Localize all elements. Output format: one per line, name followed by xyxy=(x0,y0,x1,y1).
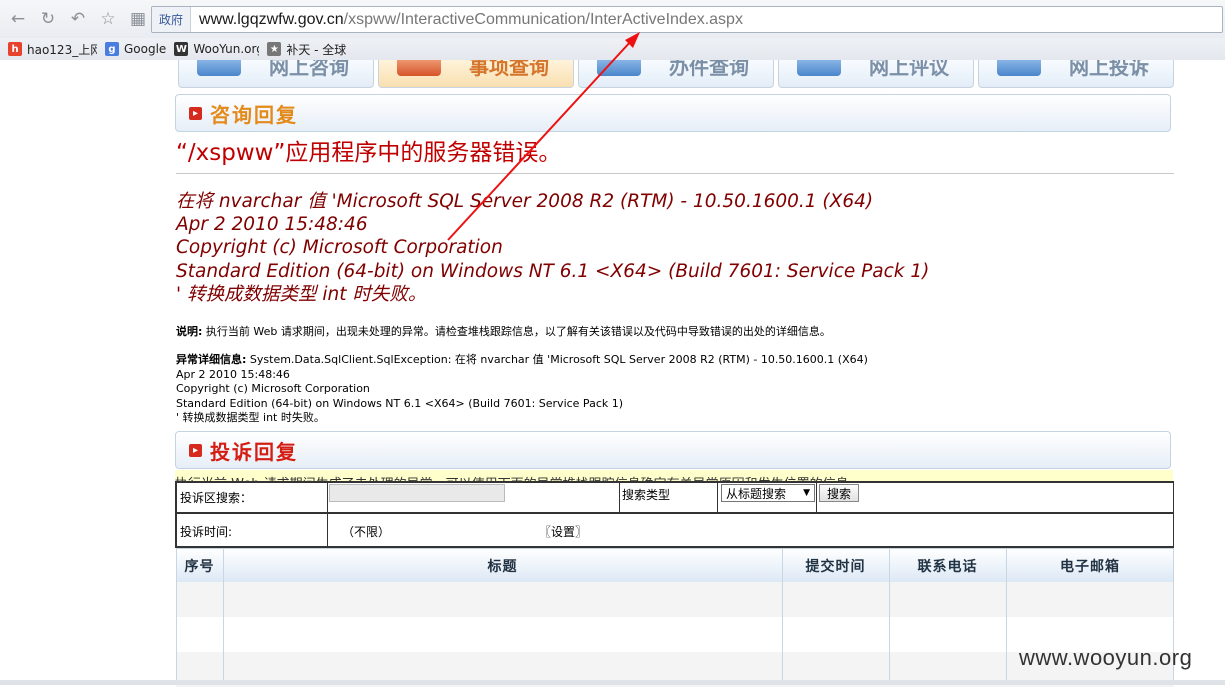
error-line: ' 转换成数据类型 int 时失败。 xyxy=(176,283,427,305)
bookmark-label: WooYun.org xyxy=(193,42,260,56)
gov-site-badge[interactable]: 政府 xyxy=(152,7,192,32)
column-divider xyxy=(176,548,177,685)
bookmark-label: hao123_上网 xyxy=(27,42,97,57)
bookmark-label: Google xyxy=(124,42,167,56)
bookmark-wooyun[interactable]: W WooYun.org xyxy=(174,42,259,56)
column-header-title: 标题 xyxy=(487,559,518,575)
case-search-icon xyxy=(597,60,641,76)
complaint-search-form: 投诉区搜索： 搜索类型 从标题搜索 ▼ 搜索 投诉时间: （不限） 〖设置〗 xyxy=(175,481,1174,548)
time-settings-link[interactable]: 〖设置〗 xyxy=(539,523,587,540)
desc-label: 说明: xyxy=(176,325,203,338)
address-bar[interactable]: 政府 www.lgqzwfw.gov.cn/xspww/InteractiveC… xyxy=(151,6,1223,33)
bookmark-hao123[interactable]: h hao123_上网 xyxy=(8,41,97,58)
bookmarks-bar: h hao123_上网 g Google W WooYun.org ★ 补天 -… xyxy=(0,38,1225,60)
complaint-time-label: 投诉时间: xyxy=(180,525,233,539)
url-host: www.lgqzwfw.gov.cn xyxy=(199,10,344,28)
grid-apps-icon[interactable]: ▦ xyxy=(126,7,150,31)
bookmark-google[interactable]: g Google xyxy=(105,42,166,56)
url-path: /xspww/InteractiveCommunication/InterAct… xyxy=(343,10,743,28)
keyword-search-input[interactable] xyxy=(329,484,505,502)
tab-label: 网上咨询 xyxy=(269,60,349,79)
exception-details: 异常详细信息: System.Data.SqlClient.SqlExcepti… xyxy=(176,353,868,426)
exception-line: ' 转换成数据类型 int 时失败。 xyxy=(176,411,325,425)
table-header-row: 序号 标题 提交时间 联系电话 电子邮箱 xyxy=(176,548,1174,582)
search-doc-icon xyxy=(397,60,441,76)
error-description: 说明: 执行当前 Web 请求期间，出现未处理的异常。请检查堆栈跟踪信息，以了解… xyxy=(176,323,831,339)
tab-label: 网上投诉 xyxy=(1069,60,1149,79)
complaint-reply-header: ▸ 投诉回复 xyxy=(175,431,1171,469)
url-text[interactable]: www.lgqzwfw.gov.cn/xspww/InteractiveComm… xyxy=(191,11,743,29)
exception-line: System.Data.SqlClient.SqlException: 在将 n… xyxy=(246,353,868,366)
tab-label: 网上评议 xyxy=(869,60,949,79)
tab-case-query[interactable]: 办件查询 xyxy=(578,60,774,88)
column-header-phone: 联系电话 xyxy=(917,559,978,575)
search-button[interactable]: 搜索 xyxy=(819,484,859,502)
tab-label: 办件查询 xyxy=(669,60,749,79)
search-type-label: 搜索类型 xyxy=(622,488,671,502)
column-divider xyxy=(1006,548,1007,685)
divider xyxy=(176,173,1174,174)
tab-online-review[interactable]: 网上评议 xyxy=(778,60,974,88)
table-row xyxy=(176,582,1174,617)
column-header-submit-time: 提交时间 xyxy=(805,559,866,575)
site-nav: 网上咨询 事项查询 办件查询 网上评议 网上投诉 xyxy=(178,60,1174,88)
section-arrow-icon: ▸ xyxy=(189,443,202,457)
complaint-doc-icon xyxy=(997,60,1041,76)
refresh-icon[interactable]: ↻ xyxy=(36,7,60,31)
wooyun-icon: W xyxy=(174,42,189,56)
column-divider xyxy=(223,548,224,685)
bookmark-butian[interactable]: ★ 补天 - 全球 xyxy=(267,41,346,58)
section-title: 投诉回复 xyxy=(210,439,298,464)
back-icon[interactable]: ← xyxy=(6,7,30,31)
select-value: 从标题搜索 xyxy=(726,486,787,501)
search-type-select[interactable]: 从标题搜索 ▼ xyxy=(721,484,815,502)
tab-online-complaint[interactable]: 网上投诉 xyxy=(978,60,1174,88)
column-header-email: 电子邮箱 xyxy=(1060,559,1120,575)
consult-reply-header: ▸ 咨询回复 xyxy=(175,94,1171,132)
search-area-label: 投诉区搜索： xyxy=(180,491,253,505)
column-header-index: 序号 xyxy=(184,559,215,575)
exception-label: 异常详细信息: xyxy=(176,353,247,366)
error-line: Apr 2 2010 15:48:46 xyxy=(176,214,368,236)
time-range-value: （不限） xyxy=(342,525,391,539)
exception-line: Copyright (c) Microsoft Corporation xyxy=(176,382,370,396)
error-line: Copyright (c) Microsoft Corporation xyxy=(176,237,503,259)
error-title: “/xspww”应用程序中的服务器错误。 xyxy=(176,140,562,166)
column-divider xyxy=(782,548,783,685)
dropdown-arrow-icon: ▼ xyxy=(803,488,810,498)
tab-online-consult[interactable]: 网上咨询 xyxy=(178,60,374,88)
butian-icon: ★ xyxy=(267,42,282,56)
error-line: 在将 nvarchar 值 'Microsoft SQL Server 2008… xyxy=(176,191,874,212)
exception-line: Apr 2 2010 15:48:46 xyxy=(176,367,290,381)
people-icon xyxy=(797,60,841,76)
exception-line: Standard Edition (64-bit) on Windows NT … xyxy=(176,396,624,410)
tab-matter-query[interactable]: 事项查询 xyxy=(378,60,574,88)
consult-icon xyxy=(197,60,241,76)
browser-toolbar: ← ↻ ↶ ☆ ▦ 政府 www.lgqzwfw.gov.cn/xspww/In… xyxy=(0,0,1225,38)
section-title: 咨询回复 xyxy=(210,102,298,127)
google-icon: g xyxy=(105,42,119,56)
error-message: 在将 nvarchar 值 'Microsoft SQL Server 2008… xyxy=(176,190,929,306)
desc-text: 执行当前 Web 请求期间，出现未处理的异常。请检查堆栈跟踪信息，以了解有关该错… xyxy=(202,325,831,338)
tab-label: 事项查询 xyxy=(469,60,549,79)
hao123-icon: h xyxy=(8,42,22,56)
divider xyxy=(177,512,1173,514)
section-arrow-icon: ▸ xyxy=(189,106,202,120)
site-watermark: www.wooyun.org xyxy=(1019,645,1193,670)
search-row: 投诉区搜索： xyxy=(177,483,1173,512)
bookmark-label: 补天 - 全球 xyxy=(286,42,347,57)
favorite-star-icon[interactable]: ☆ xyxy=(96,7,120,31)
status-strip xyxy=(0,680,1225,685)
column-divider xyxy=(889,548,890,685)
undo-close-tab-icon[interactable]: ↶ xyxy=(66,7,90,31)
error-line: Standard Edition (64-bit) on Windows NT … xyxy=(176,260,930,282)
